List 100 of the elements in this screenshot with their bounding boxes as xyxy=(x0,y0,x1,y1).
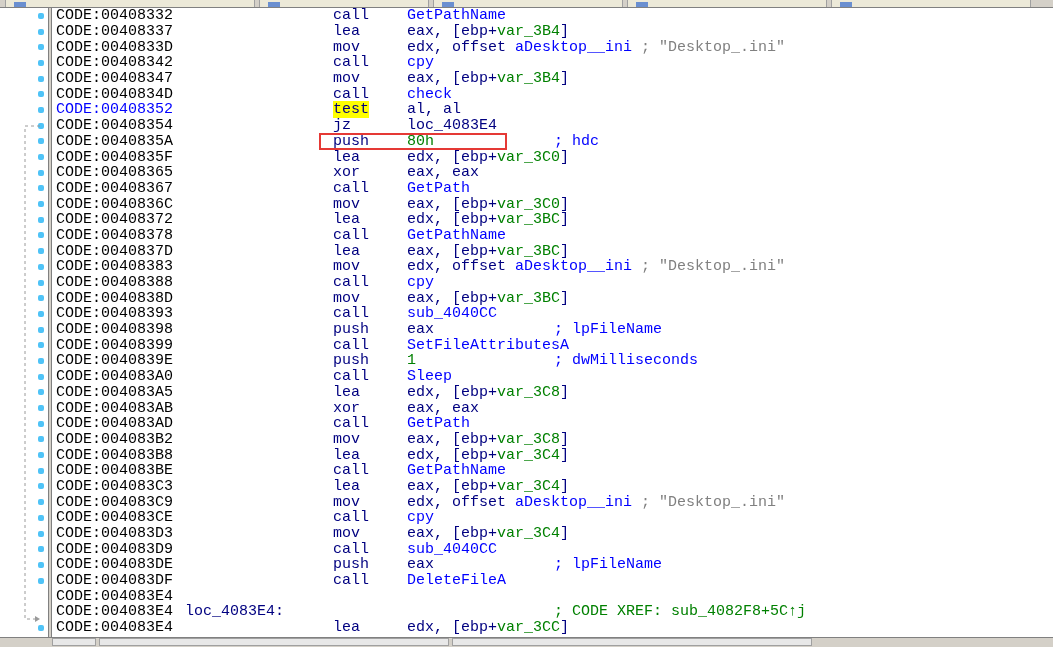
address: CODE:004083DF xyxy=(56,573,174,589)
address: CODE:004083E4 xyxy=(56,604,174,620)
comment: ; "Desktop_.ini" xyxy=(641,259,786,275)
address: CODE:00408393 xyxy=(56,306,174,322)
operands: eax, eax xyxy=(407,165,480,181)
address: CODE:0040835A xyxy=(56,133,174,149)
mnemonic: call xyxy=(333,7,369,25)
comment: ; lpFileName xyxy=(554,322,663,338)
address: CODE:00408332 xyxy=(56,8,174,24)
address: CODE:004083CE xyxy=(56,510,174,526)
tab[interactable] xyxy=(433,0,623,7)
operands: cpy xyxy=(407,55,435,71)
operands: eax, [ebp+var_3C4] xyxy=(407,478,571,494)
mnemonic: call xyxy=(333,509,369,527)
operands: GetPath xyxy=(407,416,470,432)
address: CODE:00408372 xyxy=(56,212,174,228)
address: CODE:004083C9 xyxy=(56,494,174,510)
address: CODE:0040835F xyxy=(56,149,174,165)
mnemonic: mov xyxy=(333,493,360,511)
address: CODE:004083C3 xyxy=(56,478,174,494)
address: CODE:0040838D xyxy=(56,290,174,306)
address: CODE:0040833D xyxy=(56,39,174,55)
comment: ; hdc xyxy=(554,133,599,149)
operands: SetFileAttributesA xyxy=(407,337,571,353)
operands: al, al xyxy=(407,102,461,118)
tab-icon xyxy=(442,2,454,7)
operands: edx, [ebp+var_3C0] xyxy=(407,149,571,165)
operands: 80h xyxy=(407,133,435,149)
mnemonic: lea xyxy=(333,477,360,495)
mnemonic: lea xyxy=(333,23,360,41)
operands: eax, [ebp+var_3BC] xyxy=(407,290,571,306)
operands: sub_4040CC xyxy=(407,541,498,557)
mnemonic: mov xyxy=(333,195,360,213)
mnemonic: push xyxy=(333,352,369,370)
comment: ; CODE XREF: sub_4082F8+5C↑j xyxy=(554,604,807,620)
address: CODE:00408354 xyxy=(56,118,174,134)
address: CODE:004083D9 xyxy=(56,541,174,557)
operands: GetPathName xyxy=(407,463,508,479)
mnemonic: call xyxy=(333,368,369,386)
tab-icon xyxy=(840,2,852,7)
operands: DeleteFileA xyxy=(407,573,508,589)
mnemonic: call xyxy=(333,336,369,354)
address: CODE:0040839E xyxy=(56,353,174,369)
mnemonic: call xyxy=(333,54,369,72)
operands: eax, eax xyxy=(407,400,480,416)
mnemonic: xor xyxy=(333,399,360,417)
status-field xyxy=(52,638,96,646)
operands: eax, [ebp+var_3B4] xyxy=(407,24,570,40)
mnemonic: push xyxy=(333,321,369,339)
mnemonic: call xyxy=(333,85,369,103)
operands: GetPathName xyxy=(407,8,508,24)
operands: GetPathName xyxy=(407,227,508,243)
operands: eax, [ebp+var_3C8] xyxy=(407,431,571,447)
address: CODE:00408347 xyxy=(56,71,174,87)
address: CODE:00408383 xyxy=(56,259,174,275)
mnemonic: xor xyxy=(333,164,360,182)
operands: eax xyxy=(407,557,434,573)
tab[interactable] xyxy=(5,0,255,7)
address: CODE:00408399 xyxy=(56,337,174,353)
operands: edx, offset aDesktop__ini xyxy=(407,259,634,275)
mnemonic: push xyxy=(333,132,369,150)
operands: eax, [ebp+var_3C0] xyxy=(407,196,571,212)
operands: edx, [ebp+var_3C8] xyxy=(407,384,571,400)
operands: edx, [ebp+var_3C4] xyxy=(407,447,571,463)
address: CODE:00408352 xyxy=(56,102,174,118)
mnemonic: test xyxy=(333,101,369,119)
operands: edx, offset aDesktop__ini xyxy=(407,494,634,510)
operands: edx, [ebp+var_3BC] xyxy=(407,212,571,228)
address: CODE:00408367 xyxy=(56,180,174,196)
mnemonic: mov xyxy=(333,70,360,88)
mnemonic: mov xyxy=(333,38,360,56)
mnemonic: mov xyxy=(333,289,360,307)
operands: edx, [ebp+var_3CC] xyxy=(407,620,571,636)
tab[interactable] xyxy=(831,0,1031,7)
operands: eax xyxy=(407,322,434,338)
mnemonic: push xyxy=(333,556,369,574)
tab[interactable] xyxy=(259,0,429,7)
operands: GetPath xyxy=(407,180,471,196)
address: CODE:00408398 xyxy=(56,322,174,338)
tab-icon xyxy=(268,2,280,7)
address: CODE:004083E4 xyxy=(56,620,174,636)
operands: eax, [ebp+var_3C4] xyxy=(407,526,571,542)
operands: loc_4083E4 xyxy=(407,118,498,134)
mnemonic: lea xyxy=(333,242,360,260)
mnemonic: call xyxy=(333,572,369,590)
address: CODE:0040834D xyxy=(56,86,174,102)
mnemonic: lea xyxy=(333,211,360,229)
code-label: loc_4083E4: xyxy=(185,603,285,621)
operands: eax, [ebp+var_3BC] xyxy=(407,243,570,259)
mnemonic: jz xyxy=(333,117,351,135)
operands: cpy xyxy=(407,510,435,526)
tab[interactable] xyxy=(627,0,827,7)
comment: ; "Desktop_.ini" xyxy=(641,494,786,510)
mnemonic: lea xyxy=(333,619,360,637)
tab-icon xyxy=(14,2,26,7)
address: CODE:00408337 xyxy=(56,24,174,40)
mnemonic: call xyxy=(333,179,369,197)
address: CODE:00408378 xyxy=(56,227,174,243)
address: CODE:004083AD xyxy=(56,416,174,432)
mnemonic: mov xyxy=(333,430,360,448)
